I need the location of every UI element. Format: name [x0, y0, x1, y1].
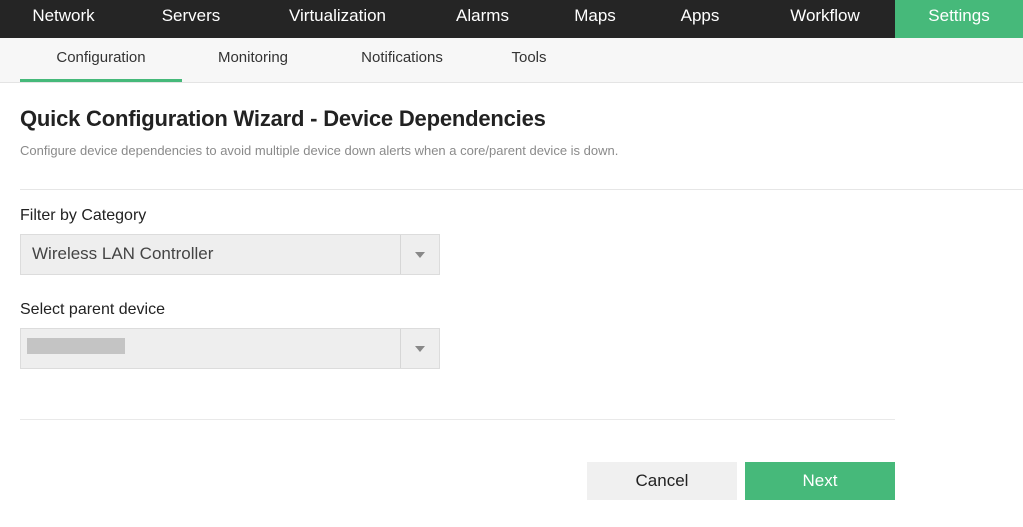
- page-title: Quick Configuration Wizard - Device Depe…: [20, 106, 546, 131]
- page-description: Configure device dependencies to avoid m…: [20, 143, 619, 158]
- chevron-down-icon: [415, 346, 425, 352]
- dropdown-toggle[interactable]: [400, 329, 439, 368]
- nav-item-alarms[interactable]: Alarms: [420, 0, 545, 38]
- nav-item-workflow[interactable]: Workflow: [755, 0, 895, 38]
- section-divider: [20, 189, 1023, 190]
- tab-configuration[interactable]: Configuration: [20, 38, 182, 82]
- dropdown-toggle[interactable]: [400, 235, 439, 274]
- tab-tools[interactable]: Tools: [490, 38, 568, 82]
- nav-item-apps[interactable]: Apps: [645, 0, 755, 38]
- next-button[interactable]: Next: [745, 462, 895, 500]
- category-filter-label: Filter by Category: [20, 207, 147, 224]
- tab-monitoring[interactable]: Monitoring: [193, 38, 313, 82]
- cancel-button[interactable]: Cancel: [587, 462, 737, 500]
- redacted-device-name: [27, 338, 125, 354]
- nav-item-settings[interactable]: Settings: [895, 0, 1023, 38]
- nav-item-virtualization[interactable]: Virtualization: [255, 0, 420, 38]
- sub-navigation: Configuration Monitoring Notifications T…: [0, 38, 1023, 83]
- actions-divider: [20, 419, 895, 420]
- category-filter-select[interactable]: Wireless LAN Controller: [20, 234, 440, 275]
- top-navigation: Network Servers Virtualization Alarms Ma…: [0, 0, 1023, 38]
- chevron-down-icon: [415, 252, 425, 258]
- nav-item-network[interactable]: Network: [0, 0, 127, 38]
- parent-device-label: Select parent device: [20, 301, 165, 318]
- parent-device-select[interactable]: [20, 328, 440, 369]
- nav-item-maps[interactable]: Maps: [545, 0, 645, 38]
- nav-item-servers[interactable]: Servers: [127, 0, 255, 38]
- category-filter-value: Wireless LAN Controller: [32, 244, 214, 263]
- tab-notifications[interactable]: Notifications: [340, 38, 464, 82]
